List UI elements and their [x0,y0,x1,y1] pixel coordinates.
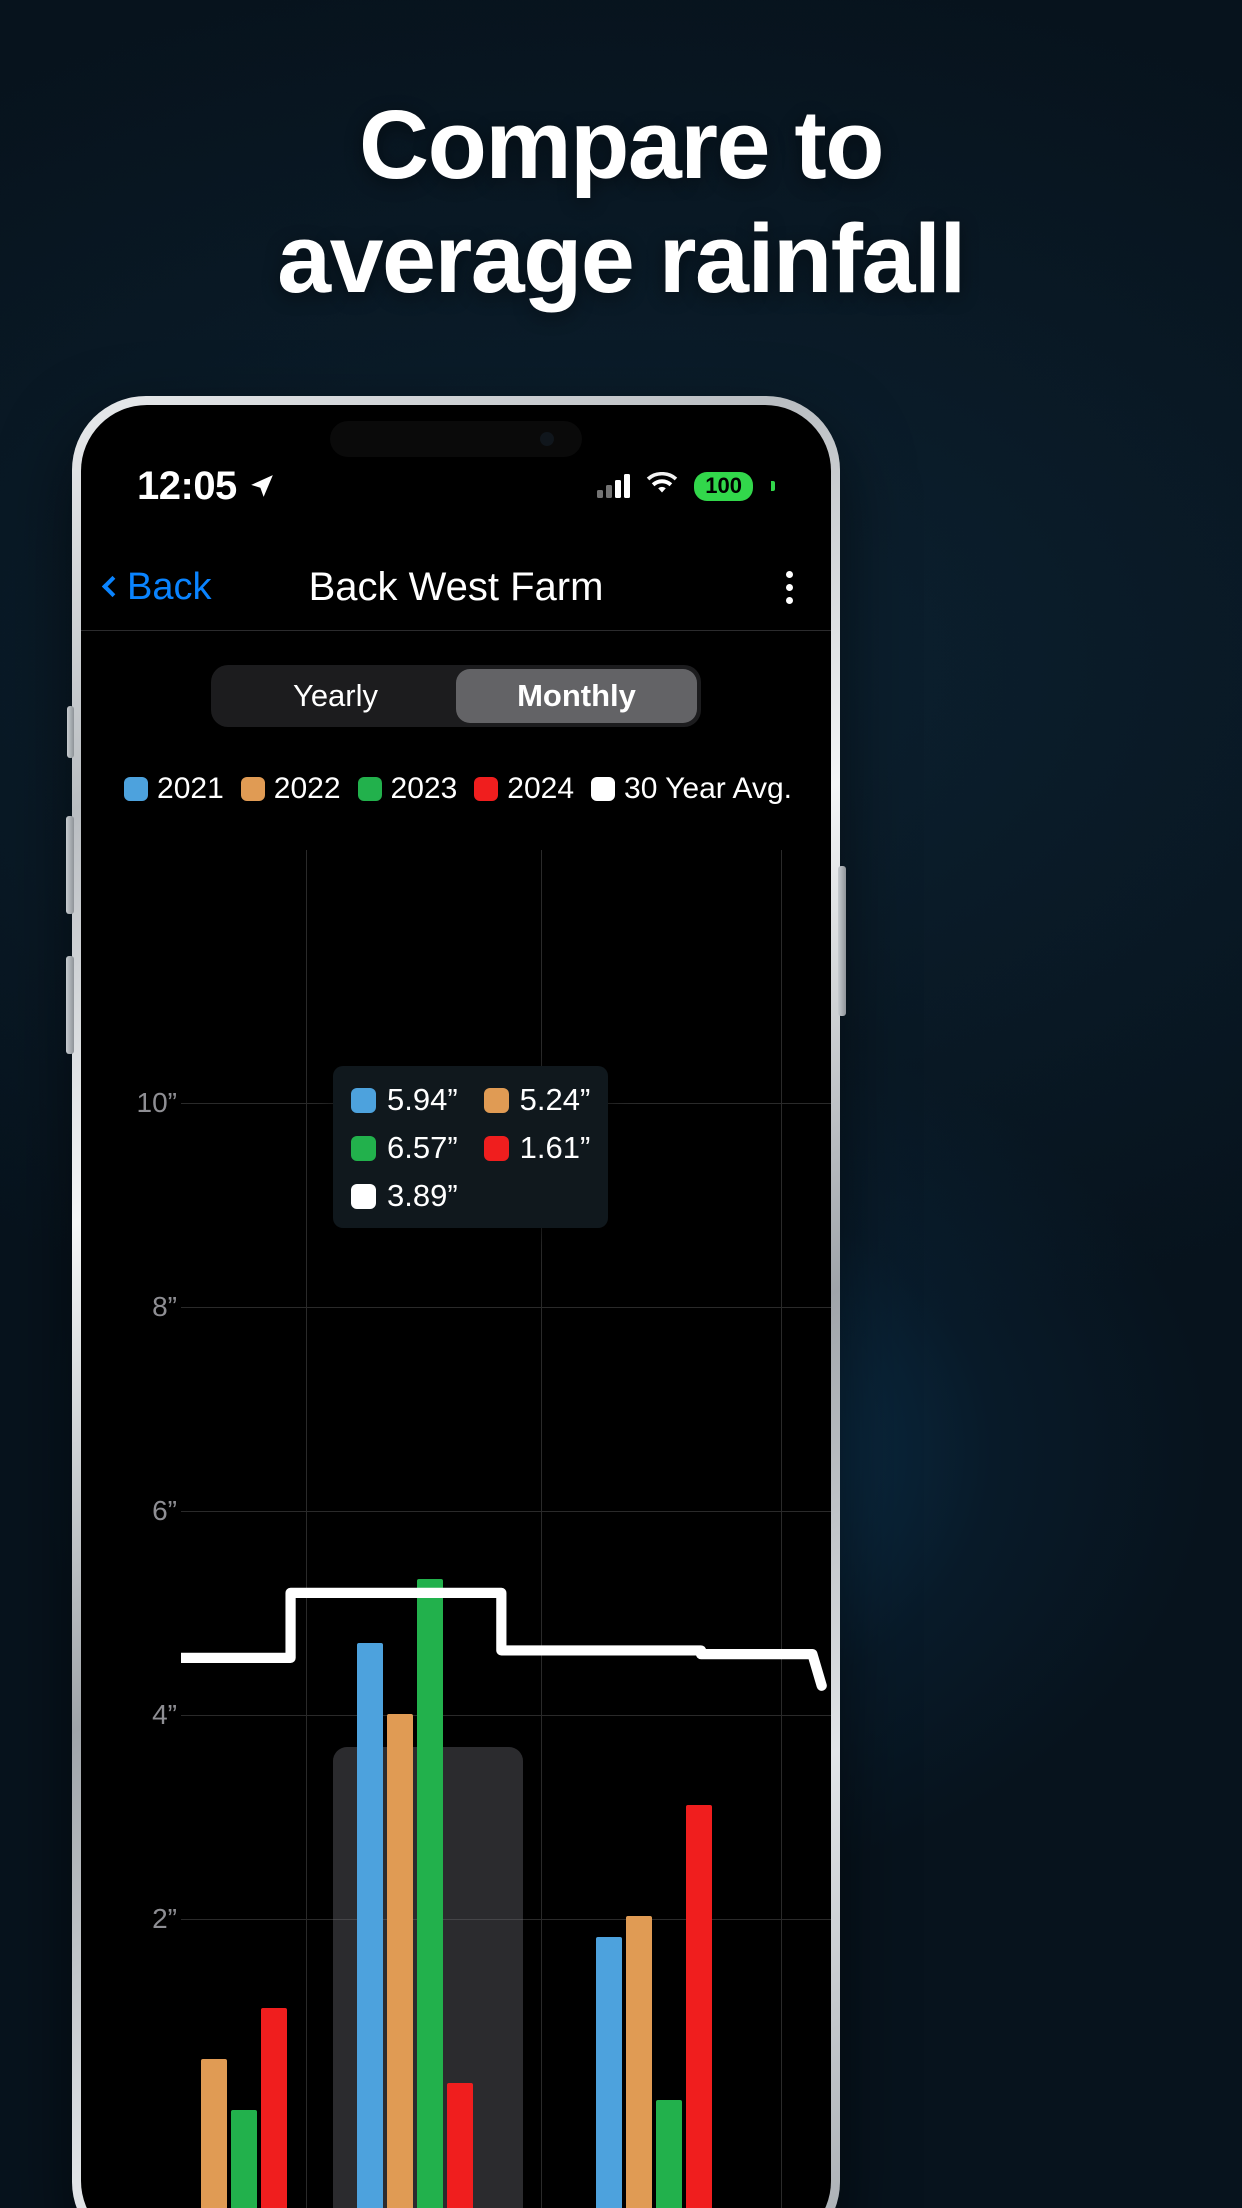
bar-2024[interactable] [261,2008,287,2208]
chart-plot-area: 10” 8” 6” 4” 2” 5.94” 5.24” 6.57” 1.61” … [81,850,831,2208]
promo-headline: Compare to average rainfall [0,88,1242,317]
more-options-button[interactable] [778,563,801,612]
bar-2021[interactable] [596,1937,622,2208]
back-button[interactable]: Back [101,566,212,609]
status-bar-right: 100 [597,471,775,501]
status-bar: 12:05 100 [81,451,831,521]
tooltip-swatch-icon [483,1135,509,1161]
y-axis-tick: 4” [152,1699,177,1730]
tooltip-value: 3.89” [387,1178,458,1213]
tooltip-swatch-icon [351,1135,376,1161]
legend-item-2021[interactable]: 2021 [124,772,224,806]
status-bar-left: 12:05 [137,464,275,509]
legend-label: 2024 [507,772,575,805]
tooltip-value: 5.24” [519,1082,591,1117]
legend-swatch-icon [357,777,382,801]
legend-label: 2021 [157,772,224,805]
legend-swatch-icon [124,777,149,801]
bar-2022[interactable] [626,1916,652,2208]
legend-swatch-icon [240,777,265,801]
tooltip-row-2023: 6.57” [351,1130,458,1166]
bar-2023[interactable] [231,2110,257,2208]
mute-switch [67,706,74,758]
chart-legend: 2021 2022 2023 2024 30 Year Avg. [81,750,831,806]
tooltip-row-2022: 5.24” [483,1082,591,1118]
back-button-label: Back [127,566,212,608]
tooltip-row-2021: 5.94” [351,1082,458,1118]
bar-2024[interactable] [447,2083,473,2208]
volume-up-button [66,816,74,914]
power-button [838,866,846,1016]
battery-level: 100 [705,472,742,498]
y-axis-tick: 8” [152,1291,177,1322]
rainfall-chart: 2021 2022 2023 2024 30 Year Avg. 10” 8” … [81,750,831,2208]
bar-2023[interactable] [656,2100,682,2208]
battery-nub-icon [771,481,775,491]
more-vertical-icon [786,571,793,578]
navigation-bar: Back Back West Farm [81,545,831,631]
legend-label: 30 Year Avg. [624,772,792,805]
period-segmented-control-wrap: Yearly Monthly [81,665,831,727]
more-vertical-icon [786,597,793,604]
tooltip-value: 1.61” [519,1130,591,1165]
legend-item-30-year-avg[interactable]: 30 Year Avg. [591,772,792,806]
average-rainfall-line [181,1587,827,1691]
battery-indicator: 100 [694,471,753,501]
wifi-icon [646,471,678,501]
legend-swatch-icon [591,777,616,801]
tab-yearly[interactable]: Yearly [215,669,456,723]
tooltip-swatch-icon [351,1087,376,1113]
headline-line-2: average rainfall [277,204,966,314]
more-vertical-icon [786,584,793,591]
legend-label: 2022 [273,772,341,805]
tooltip-value: 5.94” [387,1082,458,1117]
legend-item-2023[interactable]: 2023 [357,772,458,806]
headline-line-1: Compare to [359,90,884,199]
legend-item-2024[interactable]: 2024 [474,772,574,806]
bar-group[interactable] [201,2008,287,2208]
volume-down-button [66,956,74,1054]
tab-monthly[interactable]: Monthly [456,669,697,723]
chevron-left-icon [101,575,124,598]
tooltip-value: 6.57” [387,1130,458,1165]
phone-mockup: 12:05 100 Back Back West Farm Yearly Mon… [66,396,846,2208]
legend-swatch-icon [474,777,499,801]
phone-screen: 12:05 100 Back Back West Farm Yearly Mon… [81,405,831,2208]
tooltip-values-grid: 5.94” 5.24” 6.57” 1.61” 3.89” [351,1082,590,1214]
value-tooltip: 5.94” 5.24” 6.57” 1.61” 3.89” [333,1066,609,1228]
bar-2022[interactable] [201,2059,227,2208]
tooltip-row-2024: 1.61” [483,1130,591,1166]
dynamic-island [330,421,582,457]
legend-item-2022[interactable]: 2022 [240,772,341,806]
location-arrow-icon [249,473,275,499]
legend-label: 2023 [390,772,458,805]
cellular-signal-icon [597,474,631,498]
status-time: 12:05 [137,463,237,508]
tooltip-swatch-icon [483,1087,509,1113]
front-camera-icon [540,432,554,446]
y-axis-tick: 10” [136,1087,177,1118]
y-axis-tick: 6” [152,1495,177,1526]
period-segmented-control[interactable]: Yearly Monthly [211,665,701,727]
tooltip-swatch-icon [351,1183,376,1209]
tooltip-row-30-year-avg: 3.89” [351,1178,458,1214]
y-axis-tick: 2” [152,1903,177,1934]
